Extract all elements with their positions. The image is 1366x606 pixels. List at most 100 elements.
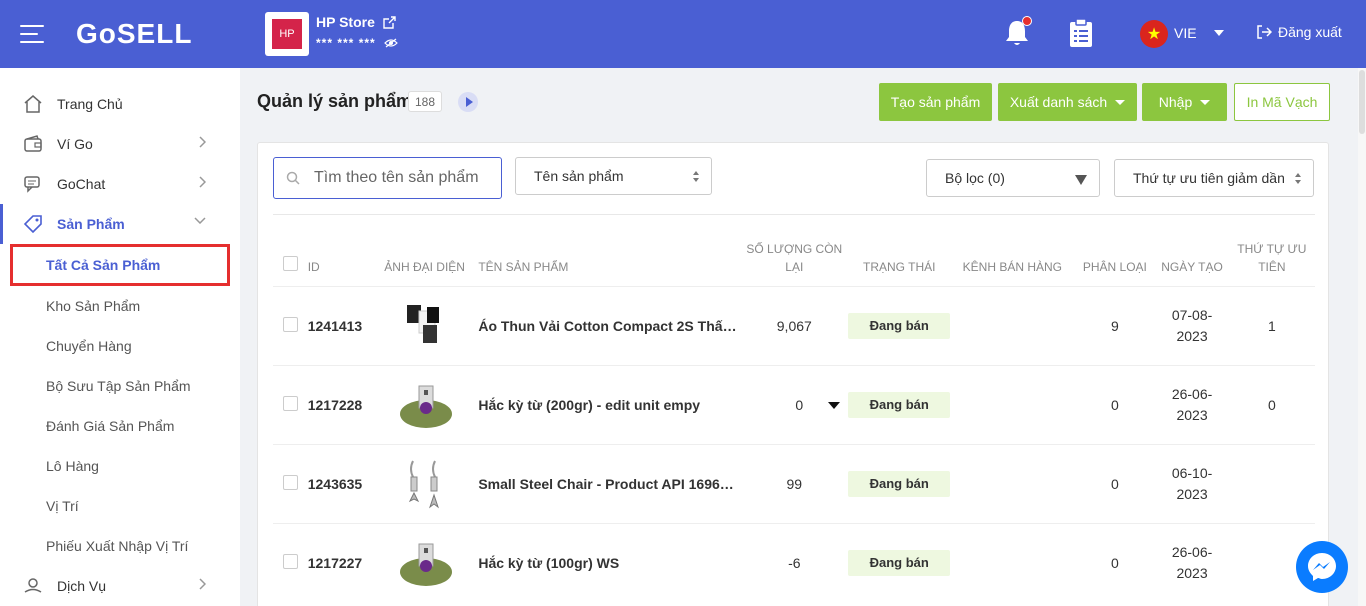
store-logo-mark: HP — [272, 19, 302, 49]
print-barcode-label: In Mã Vạch — [1246, 94, 1318, 110]
notification-dot — [1022, 16, 1032, 26]
date-line: 07-08- — [1171, 307, 1213, 323]
create-product-button[interactable]: Tạo sản phẩm — [879, 83, 992, 121]
import-button[interactable]: Nhập — [1142, 83, 1227, 121]
hamburger-menu-icon[interactable] — [20, 25, 46, 43]
export-list-button[interactable]: Xuất danh sách — [998, 83, 1137, 121]
sidebar-subitem-transfer[interactable]: Chuyển Hàng — [0, 326, 240, 366]
product-created-date: 26-06- 2023 — [1155, 366, 1228, 445]
row-checkbox[interactable] — [282, 317, 298, 332]
product-priority — [1229, 445, 1315, 524]
product-variation: 0 — [1110, 397, 1119, 413]
print-barcode-button[interactable]: In Mã Vạch — [1234, 83, 1330, 121]
sidebar-item-label: GoChat — [57, 176, 106, 192]
import-label: Nhập — [1158, 94, 1193, 110]
product-thumbnail[interactable] — [399, 536, 453, 590]
table-row[interactable]: 1217228 Hắc kỳ từ (200gr) - edit unit em… — [273, 365, 1315, 445]
table-row[interactable]: 1241413 Áo Thun Vải Cotton Compact 2S Th… — [273, 286, 1315, 366]
sort-select[interactable]: Thứ tự ưu tiên giảm dần — [1114, 159, 1314, 197]
caret-down-icon[interactable] — [828, 402, 841, 410]
product-name[interactable]: Small Steel Chair - Product API 16965800… — [478, 476, 740, 492]
sidebar-subitem-locations[interactable]: Vị Trí — [0, 486, 240, 526]
row-checkbox[interactable] — [282, 475, 298, 490]
select-all-checkbox[interactable] — [282, 256, 298, 271]
table-row[interactable]: 1217227 Hắc kỳ từ (100gr) WS -6 Đang bán… — [273, 523, 1315, 603]
sidebar: GoSELL Trang Chủ Ví Go GoChat Sản Phẩm T… — [0, 0, 240, 606]
date-year: 2023 — [1176, 328, 1208, 344]
product-table: ID Ảnh đại diện Tên sản phẩm Số lượng cò… — [273, 214, 1315, 603]
language-selector[interactable]: VIE — [1174, 25, 1197, 41]
eye-off-icon[interactable] — [383, 38, 398, 48]
col-header-created[interactable]: Ngày tạo — [1155, 215, 1228, 287]
sidebar-item-gochat[interactable]: GoChat — [0, 164, 240, 204]
sidebar-subitem-location-receipts[interactable]: Phiếu Xuất Nhập Vị Trí — [0, 526, 240, 566]
product-remaining: 0 — [795, 397, 804, 413]
col-header-remaining[interactable]: Số lượng còn lại — [740, 215, 848, 287]
product-thumbnail[interactable] — [399, 299, 453, 353]
store-password-mask: *** *** *** — [316, 36, 376, 50]
sidebar-subitem-lots[interactable]: Lô Hàng — [0, 446, 240, 486]
product-remaining: -6 — [788, 555, 801, 572]
sidebar-item-wallet[interactable]: Ví Go — [0, 124, 240, 164]
search-field-select[interactable]: Tên sản phẩm — [515, 157, 712, 195]
messenger-chat-icon[interactable] — [1296, 541, 1348, 593]
sidebar-subitem-collections[interactable]: Bộ Sưu Tập Sản Phẩm — [0, 366, 240, 406]
product-channel — [950, 366, 1074, 445]
product-thumbnail-cell — [384, 366, 468, 445]
product-priority: 0 — [1267, 397, 1276, 413]
caret-down-icon — [1200, 99, 1211, 105]
search-box[interactable] — [273, 157, 502, 199]
product-thumbnail[interactable] — [399, 378, 453, 432]
product-thumbnail[interactable] — [399, 457, 453, 511]
filter-dropdown[interactable]: Bộ lọc (0) — [926, 159, 1100, 197]
product-status-cell: Đang bán — [848, 524, 951, 603]
col-header-id[interactable]: ID — [308, 215, 385, 287]
col-header-name[interactable]: Tên sản phẩm — [468, 215, 740, 287]
play-tutorial-icon[interactable] — [458, 92, 478, 112]
chevron-down-icon — [194, 217, 206, 224]
col-header-priority[interactable]: Thứ tự ưu tiên — [1229, 215, 1315, 287]
export-list-label: Xuất danh sách — [1009, 94, 1108, 110]
sidebar-subitem-all-products[interactable]: Tất Cả Sản Phẩm — [10, 244, 230, 286]
sidebar-subitem-inventory[interactable]: Kho Sản Phẩm — [0, 286, 240, 326]
external-link-icon[interactable] — [383, 15, 396, 29]
top-bar: HP HP Store *** *** *** ★ VIE Đăng xuất — [240, 0, 1366, 68]
date-year: 2023 — [1176, 486, 1208, 502]
service-icon — [22, 575, 44, 597]
product-name[interactable]: Áo Thun Vải Cotton Compact 2S Thấm Hút — [478, 318, 740, 334]
sidebar-item-products[interactable]: Sản Phẩm — [0, 204, 240, 244]
search-input[interactable] — [314, 169, 484, 187]
app-logo[interactable]: GoSELL — [76, 18, 192, 50]
vietnam-flag-icon[interactable]: ★ — [1140, 20, 1168, 48]
caret-down-icon[interactable] — [1214, 30, 1224, 36]
chevron-right-icon — [199, 136, 206, 148]
product-name[interactable]: Hắc kỳ từ (200gr) - edit unit empy — [478, 397, 740, 413]
product-variation: 0 — [1110, 476, 1119, 492]
sidebar-item-services[interactable]: Dịch Vụ — [0, 566, 240, 606]
clipboard-icon[interactable] — [1068, 18, 1094, 53]
sidebar-item-home[interactable]: Trang Chủ — [0, 84, 240, 124]
product-variation: 0 — [1110, 555, 1119, 572]
store-password: *** *** *** — [316, 36, 398, 50]
status-badge: Đang bán — [848, 550, 951, 577]
search-icon — [286, 171, 300, 185]
updown-icon — [693, 171, 699, 183]
product-remaining-cell: 0 — [740, 366, 848, 445]
product-channel — [950, 445, 1074, 524]
row-checkbox[interactable] — [282, 554, 298, 570]
notification-bell-icon[interactable] — [1004, 16, 1032, 53]
sidebar-subitem-reviews[interactable]: Đánh Giá Sản Phẩm — [0, 406, 240, 446]
logo-bar: GoSELL — [0, 0, 240, 68]
logout-button[interactable]: Đăng xuất — [1256, 24, 1342, 40]
chevron-right-icon — [199, 176, 206, 188]
page-scrollbar[interactable] — [1358, 68, 1366, 606]
table-row[interactable]: 1243635 Small Steel Chair - Product API … — [273, 444, 1315, 524]
product-status-cell: Đang bán — [848, 366, 951, 445]
product-name[interactable]: Hắc kỳ từ (100gr) WS — [478, 555, 740, 571]
scrollbar-thumb[interactable] — [1359, 70, 1365, 134]
store-logo[interactable]: HP — [265, 12, 309, 56]
store-name[interactable]: HP Store — [316, 14, 396, 30]
chevron-right-icon — [199, 578, 206, 590]
row-checkbox[interactable] — [282, 396, 298, 411]
product-list-card: Tên sản phẩm Bộ lọc (0) Thứ tự ưu tiên g… — [257, 142, 1329, 606]
